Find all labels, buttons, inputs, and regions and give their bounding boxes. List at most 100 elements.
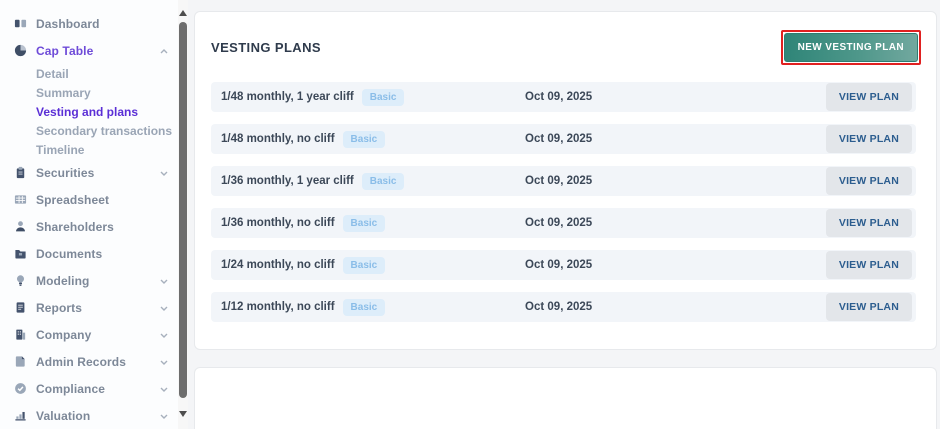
sidebar-item-label: Shareholders — [36, 220, 168, 234]
sidebar-item-documents[interactable]: Documents — [0, 240, 178, 267]
sidebar-item-label: Documents — [36, 247, 168, 261]
sidebar-item-company[interactable]: Company — [0, 321, 178, 348]
sidebar-item-modeling[interactable]: Modeling — [0, 267, 178, 294]
secondary-card — [194, 367, 937, 429]
view-plan-button[interactable]: VIEW PLAN — [826, 167, 912, 195]
vesting-plan-row: 1/36 monthly, 1 year cliff Basic Oct 09,… — [211, 166, 916, 196]
scrollbar-thumb[interactable] — [179, 22, 187, 398]
plan-date: Oct 09, 2025 — [525, 175, 592, 187]
sidebar-item-label: Valuation — [36, 409, 156, 423]
pie-chart-icon — [14, 44, 27, 57]
sidebar-item-label: Spreadsheet — [36, 193, 168, 207]
lightbulb-icon — [14, 274, 27, 287]
card-header: VESTING PLANS NEW VESTING PLAN — [211, 12, 916, 74]
sidebar-item-spreadsheet[interactable]: Spreadsheet — [0, 186, 178, 213]
plan-name-cell: 1/36 monthly, no cliff Basic — [221, 215, 525, 232]
sidebar-item-label: Reports — [36, 301, 156, 315]
sidebar-subitem-label: Detail — [36, 67, 69, 81]
plan-tier-badge: Basic — [362, 173, 405, 190]
clipboard-icon — [14, 166, 27, 179]
plan-tier-badge: Basic — [343, 131, 386, 148]
triangle-up-icon — [179, 10, 187, 16]
vesting-plans-card: VESTING PLANS NEW VESTING PLAN 1/48 mont… — [194, 11, 937, 350]
table-grid-icon — [14, 193, 27, 206]
sidebar-item-admin-records[interactable]: Admin Records — [0, 348, 178, 375]
sidebar-item-securities[interactable]: Securities — [0, 159, 178, 186]
plan-name: 1/48 monthly, 1 year cliff — [221, 91, 354, 103]
sidebar-item-secondary-transactions[interactable]: Secondary transactions — [0, 121, 178, 140]
plan-date: Oct 09, 2025 — [525, 91, 592, 103]
check-badge-icon — [14, 382, 27, 395]
plan-name-cell: 1/48 monthly, 1 year cliff Basic — [221, 89, 525, 106]
page-title: VESTING PLANS — [211, 40, 321, 55]
plan-name: 1/24 monthly, no cliff — [221, 259, 335, 271]
plan-tier-badge: Basic — [343, 257, 386, 274]
vesting-plan-row: 1/24 monthly, no cliff Basic Oct 09, 202… — [211, 250, 916, 280]
report-file-icon — [14, 301, 27, 314]
vesting-plan-row: 1/48 monthly, 1 year cliff Basic Oct 09,… — [211, 82, 916, 112]
sidebar: Dashboard Cap Table Detail Summary Vesti… — [0, 0, 178, 429]
folder-icon — [14, 247, 27, 260]
plan-tier-badge: Basic — [343, 215, 386, 232]
chevron-down-icon — [156, 303, 168, 313]
plan-tier-badge: Basic — [343, 299, 386, 316]
plan-name: 1/36 monthly, 1 year cliff — [221, 175, 354, 187]
plan-name: 1/12 monthly, no cliff — [221, 301, 335, 313]
sidebar-subitem-label: Summary — [36, 86, 91, 100]
plan-date: Oct 09, 2025 — [525, 217, 592, 229]
bar-chart-icon — [14, 409, 27, 422]
scrollbar-up-arrow[interactable] — [178, 8, 188, 18]
sidebar-item-shareholders[interactable]: Shareholders — [0, 213, 178, 240]
view-plan-button[interactable]: VIEW PLAN — [826, 293, 912, 321]
building-icon — [14, 328, 27, 341]
sidebar-item-reports[interactable]: Reports — [0, 294, 178, 321]
sidebar-item-compliance[interactable]: Compliance — [0, 375, 178, 402]
vesting-plan-list: 1/48 monthly, 1 year cliff Basic Oct 09,… — [211, 74, 916, 322]
sidebar-item-cap-table[interactable]: Cap Table — [0, 37, 178, 64]
plan-name-cell: 1/24 monthly, no cliff Basic — [221, 257, 525, 274]
plan-name: 1/48 monthly, no cliff — [221, 133, 335, 145]
sidebar-item-label: Cap Table — [36, 44, 156, 58]
person-icon — [14, 220, 27, 233]
chevron-down-icon — [156, 276, 168, 286]
sidebar-item-valuation[interactable]: Valuation — [0, 402, 178, 429]
sidebar-item-dashboard[interactable]: Dashboard — [0, 10, 178, 37]
sidebar-item-label: Company — [36, 328, 156, 342]
plan-name-cell: 1/48 monthly, no cliff Basic — [221, 131, 525, 148]
sidebar-subitem-label: Secondary transactions — [36, 124, 172, 138]
sidebar-item-label: Modeling — [36, 274, 156, 288]
chevron-up-icon — [156, 46, 168, 56]
view-plan-button[interactable]: VIEW PLAN — [826, 83, 912, 111]
chevron-down-icon — [156, 357, 168, 367]
plan-name-cell: 1/36 monthly, 1 year cliff Basic — [221, 173, 525, 190]
view-plan-button[interactable]: VIEW PLAN — [826, 209, 912, 237]
view-plan-button[interactable]: VIEW PLAN — [826, 125, 912, 153]
chevron-down-icon — [156, 168, 168, 178]
new-vesting-plan-button[interactable]: NEW VESTING PLAN — [784, 33, 918, 62]
document-icon — [14, 355, 27, 368]
main-content: VESTING PLANS NEW VESTING PLAN 1/48 mont… — [188, 0, 940, 429]
sidebar-item-summary[interactable]: Summary — [0, 83, 178, 102]
sidebar-item-label: Securities — [36, 166, 156, 180]
vertical-scrollbar[interactable] — [178, 0, 188, 429]
plan-name-cell: 1/12 monthly, no cliff Basic — [221, 299, 525, 316]
chevron-down-icon — [156, 411, 168, 421]
plan-date: Oct 09, 2025 — [525, 301, 592, 313]
sidebar-item-timeline[interactable]: Timeline — [0, 140, 178, 159]
view-plan-button[interactable]: VIEW PLAN — [826, 251, 912, 279]
app-root: Dashboard Cap Table Detail Summary Vesti… — [0, 0, 940, 429]
chevron-down-icon — [156, 384, 168, 394]
sidebar-item-vesting-and-plans[interactable]: Vesting and plans — [0, 102, 178, 121]
dashboard-icon — [14, 17, 27, 30]
vesting-plan-row: 1/12 monthly, no cliff Basic Oct 09, 202… — [211, 292, 916, 322]
sidebar-item-label: Compliance — [36, 382, 156, 396]
plan-date: Oct 09, 2025 — [525, 133, 592, 145]
sidebar-subitem-label: Vesting and plans — [36, 105, 138, 119]
sidebar-item-detail[interactable]: Detail — [0, 64, 178, 83]
scrollbar-down-arrow[interactable] — [178, 409, 188, 419]
triangle-down-icon — [179, 411, 187, 417]
click-annotation-box: NEW VESTING PLAN — [781, 30, 921, 65]
sidebar-item-label: Admin Records — [36, 355, 156, 369]
plan-tier-badge: Basic — [362, 89, 405, 106]
vesting-plan-row: 1/36 monthly, no cliff Basic Oct 09, 202… — [211, 208, 916, 238]
